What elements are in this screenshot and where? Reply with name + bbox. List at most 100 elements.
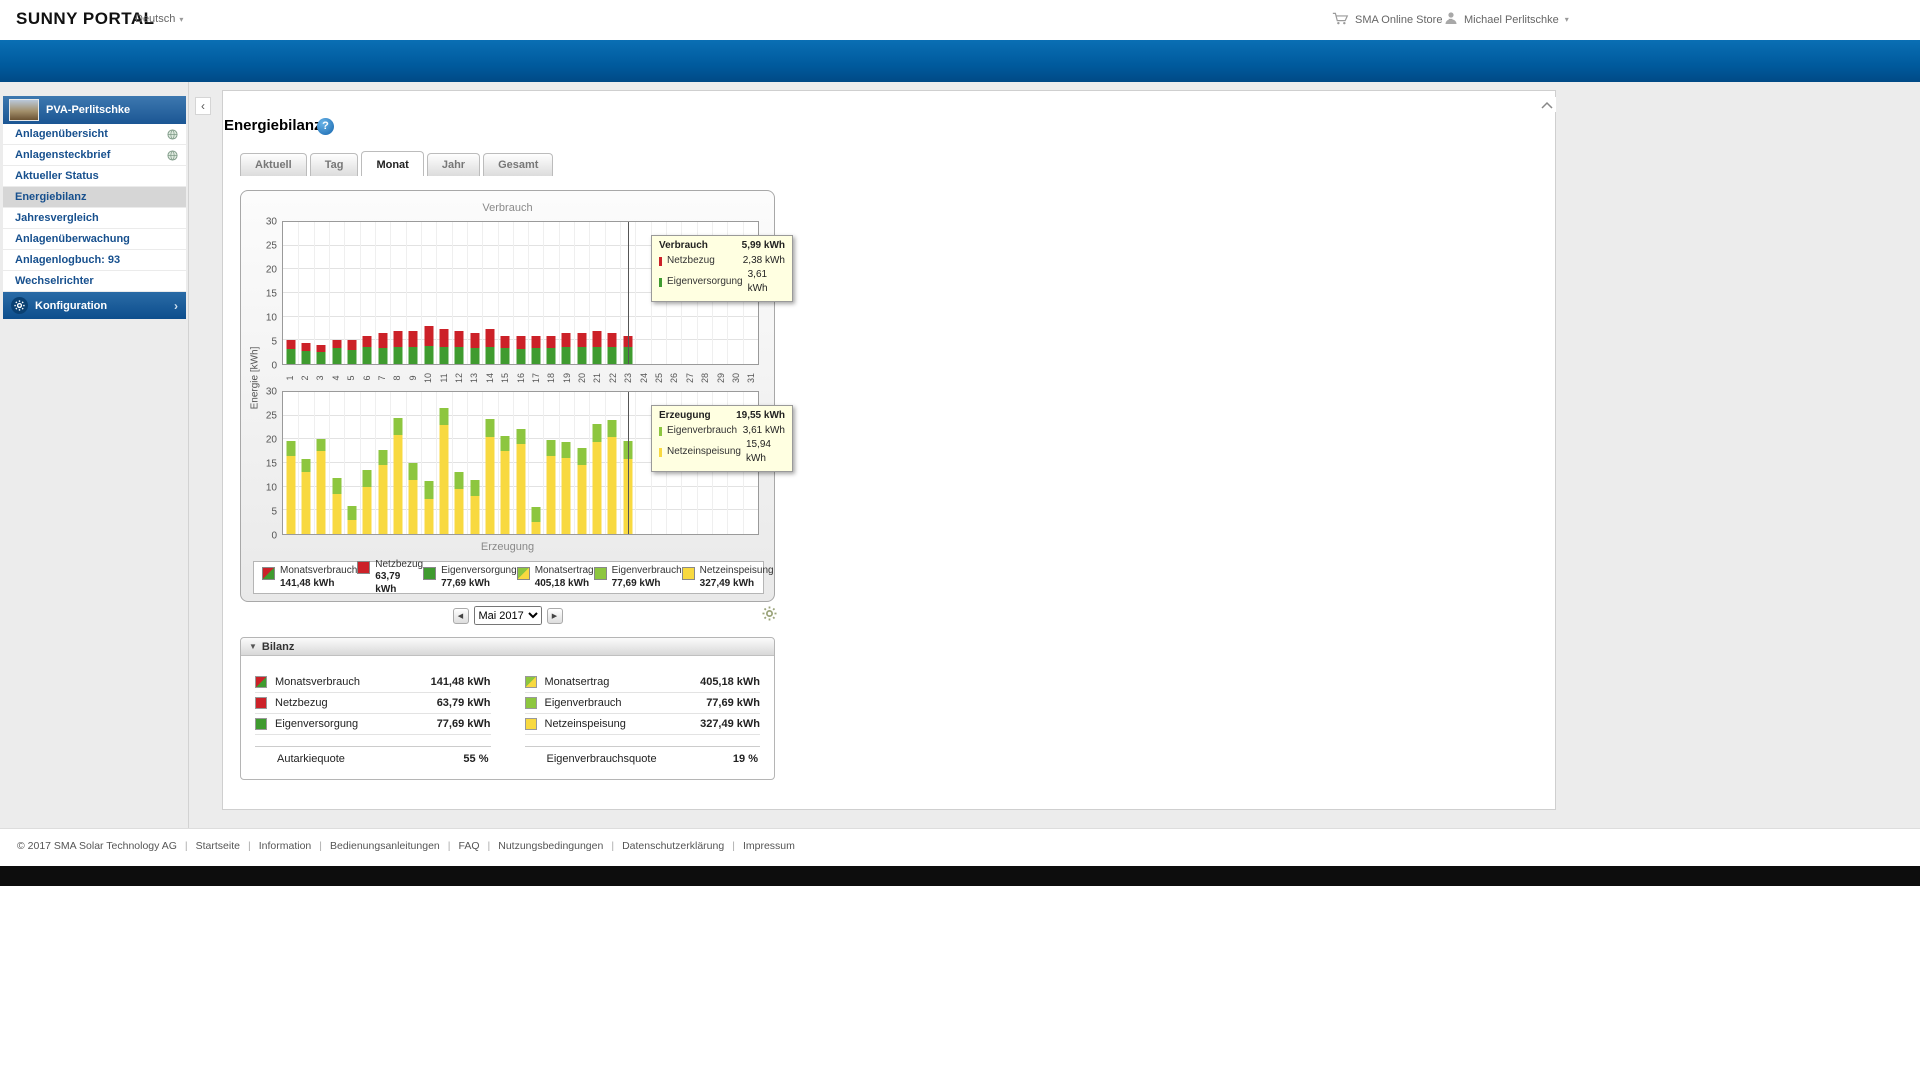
bar-segment-eigenverbrauch[interactable]: [301, 459, 311, 473]
bar-segment-netzeinspeisung[interactable]: [516, 444, 525, 534]
legend-item-monatsverbrauch[interactable]: Monatsverbrauch 141,48 kWh: [262, 565, 357, 590]
sidebar-item-anlagensteckbrief[interactable]: Anlagensteckbrief: [3, 145, 186, 166]
bar-segment-netzeinspeisung[interactable]: [408, 479, 418, 534]
bar-segment-eigenversorgung[interactable]: [607, 347, 617, 364]
tab-jahr[interactable]: Jahr: [426, 153, 481, 176]
bar-segment-netzeinspeisung[interactable]: [546, 455, 556, 534]
bar-segment-eigenversorgung[interactable]: [301, 350, 311, 364]
legend-item-netzeinspeisung[interactable]: Netzeinspeisung 327,49 kWh: [681, 565, 774, 590]
chart-settings-gear-icon[interactable]: [760, 604, 778, 622]
sidebar-item-anlagenlogbuch-93[interactable]: Anlagenlogbuch: 93: [3, 250, 186, 271]
footer-link-information[interactable]: Information: [259, 840, 312, 852]
bar-segment-netzeinspeisung[interactable]: [332, 493, 342, 534]
bar-segment-eigenverbrauch[interactable]: [332, 478, 342, 494]
bar-segment-eigenversorgung[interactable]: [592, 346, 602, 364]
bar-segment-eigenverbrauch[interactable]: [546, 439, 556, 456]
bar-segment-eigenversorgung[interactable]: [546, 347, 556, 364]
bar-segment-eigenversorgung[interactable]: [439, 346, 449, 364]
sidebar-item-energiebilanz[interactable]: Energiebilanz: [3, 187, 186, 208]
tab-gesamt[interactable]: Gesamt: [483, 153, 554, 176]
user-menu[interactable]: Michael Perlitschke ▾: [1444, 11, 1569, 28]
bar-segment-netzeinspeisung[interactable]: [531, 522, 541, 534]
bar-segment-eigenverbrauch[interactable]: [485, 419, 495, 437]
scroll-up-button[interactable]: [1538, 97, 1556, 112]
legend-item-eigenversorgung[interactable]: Eigenversorgung 77,69 kWh: [423, 565, 517, 590]
bar-segment-eigenverbrauch[interactable]: [362, 470, 372, 487]
next-period-button[interactable]: ▶: [546, 607, 563, 624]
bar-segment-netzeinspeisung[interactable]: [485, 436, 495, 534]
legend-item-netzbezug[interactable]: Netzbezug 63,79 kWh: [357, 559, 423, 597]
bilanz-header[interactable]: ▼ Bilanz: [241, 638, 774, 656]
sidebar-item-anlagen-bersicht[interactable]: Anlagenübersicht: [3, 124, 186, 145]
bar-segment-netzbezug[interactable]: [408, 330, 418, 348]
bar-segment-netzbezug[interactable]: [362, 335, 372, 348]
footer-link-bedienungsanleitungen[interactable]: Bedienungsanleitungen: [330, 840, 440, 852]
sunny-portal-logo[interactable]: SUNNY PORTAL: [16, 9, 155, 29]
bar-segment-eigenversorgung[interactable]: [362, 347, 372, 364]
bar-segment-netzeinspeisung[interactable]: [424, 498, 434, 534]
sidebar-item-wechselrichter[interactable]: Wechselrichter: [3, 271, 186, 292]
tab-monat[interactable]: Monat: [361, 151, 424, 176]
bar-segment-netzbezug[interactable]: [439, 328, 449, 347]
bar-segment-eigenverbrauch[interactable]: [408, 463, 418, 480]
bar-segment-eigenverbrauch[interactable]: [347, 505, 357, 520]
bar-segment-eigenverbrauch[interactable]: [470, 480, 480, 497]
bar-segment-eigenversorgung[interactable]: [500, 348, 510, 364]
bar-segment-eigenversorgung[interactable]: [347, 349, 357, 364]
bar-segment-netzeinspeisung[interactable]: [378, 465, 388, 534]
bar-segment-eigenversorgung[interactable]: [531, 348, 541, 364]
bar-segment-netzbezug[interactable]: [347, 340, 357, 350]
period-select[interactable]: Mai 2017: [473, 606, 542, 625]
bar-segment-eigenverbrauch[interactable]: [454, 472, 464, 490]
bar-segment-netzeinspeisung[interactable]: [439, 425, 449, 534]
tab-aktuell[interactable]: Aktuell: [240, 153, 307, 176]
footer-link-datenschutzerkl-rung[interactable]: Datenschutzerklärung: [622, 840, 724, 852]
sidebar-item-jahresvergleich[interactable]: Jahresvergleich: [3, 208, 186, 229]
bar-segment-eigenverbrauch[interactable]: [561, 441, 571, 459]
sidebar-item-aktueller-status[interactable]: Aktueller Status: [3, 166, 186, 187]
bar-segment-eigenverbrauch[interactable]: [531, 506, 541, 523]
legend-item-monatsertrag[interactable]: Monatsertrag 405,18 kWh: [516, 565, 594, 590]
online-store-link[interactable]: SMA Online Store ▾: [1332, 11, 1452, 29]
help-icon[interactable]: ?: [317, 118, 334, 135]
sidebar-item-konfiguration[interactable]: Konfiguration ›: [3, 292, 186, 319]
bar-segment-eigenversorgung[interactable]: [332, 348, 342, 364]
bar-segment-netzbezug[interactable]: [531, 335, 541, 349]
bar-segment-eigenversorgung[interactable]: [316, 352, 326, 364]
bar-segment-eigenversorgung[interactable]: [561, 347, 571, 364]
bar-segment-netzeinspeisung[interactable]: [393, 434, 403, 534]
bar-segment-netzeinspeisung[interactable]: [561, 458, 571, 534]
bar-segment-netzeinspeisung[interactable]: [362, 486, 372, 534]
legend-item-eigenverbrauch[interactable]: Eigenverbrauch 77,69 kWh: [593, 565, 682, 590]
bar-segment-netzbezug[interactable]: [577, 333, 587, 347]
bar-segment-netzbezug[interactable]: [332, 340, 342, 349]
bar-segment-netzbezug[interactable]: [286, 340, 296, 349]
bar-segment-netzbezug[interactable]: [316, 345, 326, 353]
bar-segment-eigenversorgung[interactable]: [577, 346, 587, 364]
bar-segment-netzeinspeisung[interactable]: [607, 436, 617, 534]
bar-segment-netzeinspeisung[interactable]: [592, 441, 602, 534]
bar-segment-netzbezug[interactable]: [516, 335, 525, 349]
bar-segment-eigenversorgung[interactable]: [424, 346, 434, 364]
bar-segment-eigenverbrauch[interactable]: [500, 435, 510, 452]
bar-segment-netzbezug[interactable]: [592, 330, 602, 347]
bar-segment-eigenversorgung[interactable]: [516, 348, 525, 364]
bar-segment-netzbezug[interactable]: [485, 328, 495, 347]
bar-segment-netzeinspeisung[interactable]: [347, 519, 357, 534]
bar-segment-eigenversorgung[interactable]: [286, 348, 296, 364]
bar-segment-netzeinspeisung[interactable]: [500, 451, 510, 534]
bar-segment-netzeinspeisung[interactable]: [470, 496, 480, 534]
bar-segment-netzbezug[interactable]: [500, 335, 510, 349]
bar-segment-netzeinspeisung[interactable]: [301, 472, 311, 534]
bar-segment-eigenversorgung[interactable]: [393, 346, 403, 364]
bar-segment-eigenverbrauch[interactable]: [607, 420, 617, 437]
sidebar-collapse-button[interactable]: ‹: [195, 97, 211, 115]
bar-segment-eigenverbrauch[interactable]: [393, 417, 403, 435]
bar-segment-netzeinspeisung[interactable]: [286, 455, 296, 534]
bar-segment-eigenverbrauch[interactable]: [439, 408, 449, 426]
footer-link-nutzungsbedingungen[interactable]: Nutzungsbedingungen: [498, 840, 603, 852]
bar-segment-netzbezug[interactable]: [424, 326, 434, 347]
bar-segment-netzbezug[interactable]: [454, 330, 464, 348]
bar-segment-eigenverbrauch[interactable]: [316, 439, 326, 452]
bar-segment-netzbezug[interactable]: [393, 330, 403, 347]
